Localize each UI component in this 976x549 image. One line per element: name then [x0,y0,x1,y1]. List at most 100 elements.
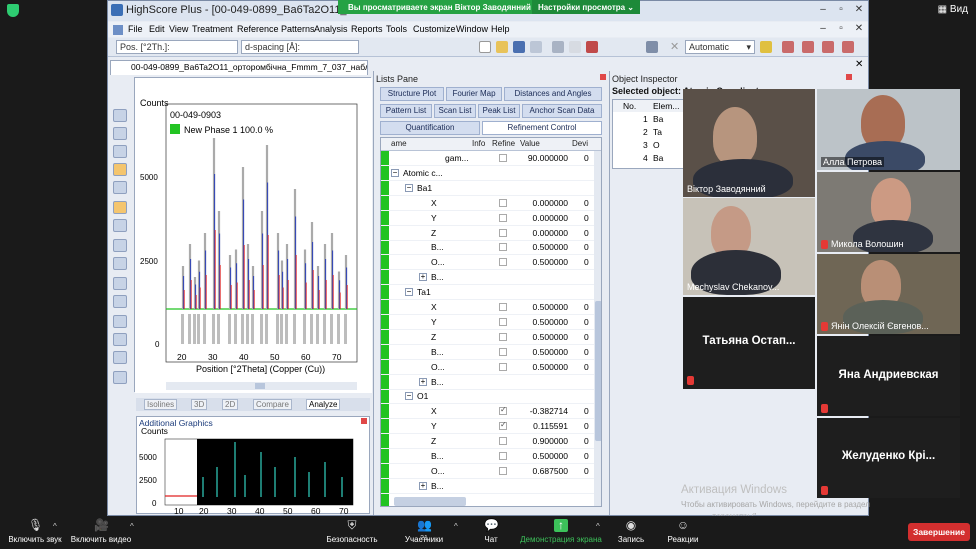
document-tab[interactable]: 00-049-0899_Ba6Ta2O11_орторомбічна_Fmmm_… [110,60,368,75]
view-options-button[interactable]: Настройки просмотра ⌄ [531,0,640,14]
refine-checkbox[interactable] [499,243,507,252]
menu-reports[interactable]: Reports [351,24,383,34]
tab-3d[interactable]: 3D [191,399,208,410]
expand-icon[interactable]: + [419,377,427,386]
tab-compare[interactable]: Compare [253,399,292,410]
peak-tool-icon[interactable] [113,181,127,194]
start-video-button[interactable]: 🎥 Включить видео [68,519,134,545]
row-value[interactable]: 0.000000 [533,198,568,208]
video-tile-yana[interactable]: Яна Андриевская [817,336,960,416]
collapse-icon[interactable]: − [405,183,413,192]
axis-scale-icon[interactable] [113,333,127,346]
refinement-grid[interactable]: ame Info Refine Value Devi gam... 90.0000… [380,137,602,507]
table-row[interactable]: Y 0.115591 0 [381,419,601,435]
copy-icon[interactable] [569,41,581,53]
menu-edit[interactable]: Edit [149,24,165,34]
end-meeting-button[interactable]: Завершение [908,523,970,541]
row-value[interactable]: 0.500000 [533,362,568,372]
tab-peak-list[interactable]: Peak List [478,104,520,118]
menu-reference-patterns[interactable]: Reference Patterns [237,24,315,34]
zoom-in-icon[interactable] [113,109,127,122]
d-spacing-field[interactable]: d-spacing [Å]: [241,40,359,54]
video-options-caret-icon[interactable]: ^ [130,522,134,531]
tab-isolines[interactable]: Isolines [144,399,178,410]
mode-select[interactable]: Automatic ▾ [685,40,755,54]
tab-scan-list[interactable]: Scan List [434,104,476,118]
document-menu-icon[interactable] [113,25,123,35]
participants-caret-icon[interactable]: ^ [454,522,458,531]
chat-button[interactable]: 💬 Чат [476,519,506,545]
plot-hscroll-thumb[interactable] [255,383,265,389]
menu-customize[interactable]: Customize [413,24,456,34]
refine-checkbox[interactable] [499,228,507,237]
position-field[interactable]: Pos. [°2Th.]: [116,40,238,54]
save-icon[interactable] [513,41,525,53]
menu-view[interactable]: View [169,24,188,34]
table-row[interactable]: gam... 90.000000 0 [381,151,601,166]
tab-structure-plot[interactable]: Structure Plot [380,87,444,101]
traffic-light-icon[interactable] [760,41,772,53]
refine-checkbox[interactable] [499,452,507,460]
pan-icon[interactable] [113,145,127,158]
collapse-icon[interactable]: − [405,392,413,401]
main-plot-pane[interactable]: Counts 00-049-0903 New Phase 1 100.0 % 5… [134,77,372,393]
refine-checkbox[interactable] [499,405,507,416]
menu-help[interactable]: Help [491,24,510,34]
save-as-icon[interactable] [530,41,542,53]
refine-checkbox[interactable] [499,466,507,475]
peak-search-icon[interactable] [113,163,127,176]
axis-x-icon[interactable] [113,351,127,364]
video-tile-viktor[interactable]: Віктор Заводянний [683,89,815,197]
share-screen-button[interactable]: ↑ Демонстрация экрана [518,519,604,545]
maximize-icon[interactable]: ▫ [834,4,848,16]
new-file-icon[interactable] [479,41,491,53]
tab-pattern-list[interactable]: Pattern List [380,104,432,118]
row-value[interactable]: 0.500000 [533,347,568,357]
open-folder-icon[interactable] [496,41,508,53]
record-button[interactable]: ◉ Запись [614,519,648,545]
pencil-icon[interactable] [113,239,127,252]
row-value[interactable]: 0.500000 [533,302,568,312]
table-row[interactable]: − Atomic c... [381,166,601,181]
collapse-icon[interactable]: − [391,168,399,177]
col-info[interactable]: Info [472,139,485,148]
table-row[interactable]: Z 0.900000 0 [381,434,601,450]
chart-icon[interactable] [113,277,127,290]
table-row[interactable]: O... 0.687500 0 [381,464,601,479]
collapse-icon[interactable]: − [405,288,413,297]
row-value[interactable]: 0.900000 [533,436,568,446]
security-button[interactable]: ⛨ Безопасность [322,519,382,545]
table-row[interactable]: O... 0.500000 0 [381,360,601,375]
grid-hscroll-thumb[interactable] [394,497,466,506]
col-name[interactable]: ame [391,139,407,148]
cps-icon[interactable] [113,315,127,328]
table-row[interactable]: X 0.500000 0 [381,300,601,315]
close-icon[interactable]: ✕ [852,4,866,16]
share-caret-icon[interactable]: ^ [596,522,600,531]
refine-checkbox[interactable] [499,437,507,446]
menu-analysis[interactable]: Analysis [314,24,348,34]
tab-2d[interactable]: 2D [222,399,239,410]
refine-checkbox[interactable] [499,332,507,341]
row-value[interactable]: 0.115591 [533,421,568,431]
table-row[interactable]: X -0.382714 0 [381,404,601,420]
refine-checkbox[interactable] [499,213,507,222]
tab-anchor-scan-data[interactable]: Anchor Scan Data [522,104,602,118]
grid-icon[interactable] [113,371,127,384]
table-row[interactable]: − Ta1 [381,285,601,301]
menu-file[interactable]: File [128,24,143,34]
minimize-icon[interactable]: – [816,4,830,16]
tab-analyze[interactable]: Analyze [306,399,341,410]
table-row[interactable]: Z 0.000000 0 [381,226,601,241]
tab-fourier-map[interactable]: Fourier Map [446,87,502,101]
doc-restore-icon[interactable]: ▫ [834,23,848,35]
table-row[interactable]: Y 0.000000 0 [381,211,601,226]
refine-icon-1[interactable] [782,41,794,53]
col-element[interactable]: Elem... [653,101,679,111]
row-value[interactable]: 0.500000 [533,332,568,342]
refine-checkbox[interactable] [499,420,507,431]
zoom-out-icon[interactable] [113,127,127,140]
print-icon[interactable] [552,41,564,53]
table-row[interactable]: B... 0.500000 0 [381,449,601,464]
report-icon[interactable] [586,41,598,53]
